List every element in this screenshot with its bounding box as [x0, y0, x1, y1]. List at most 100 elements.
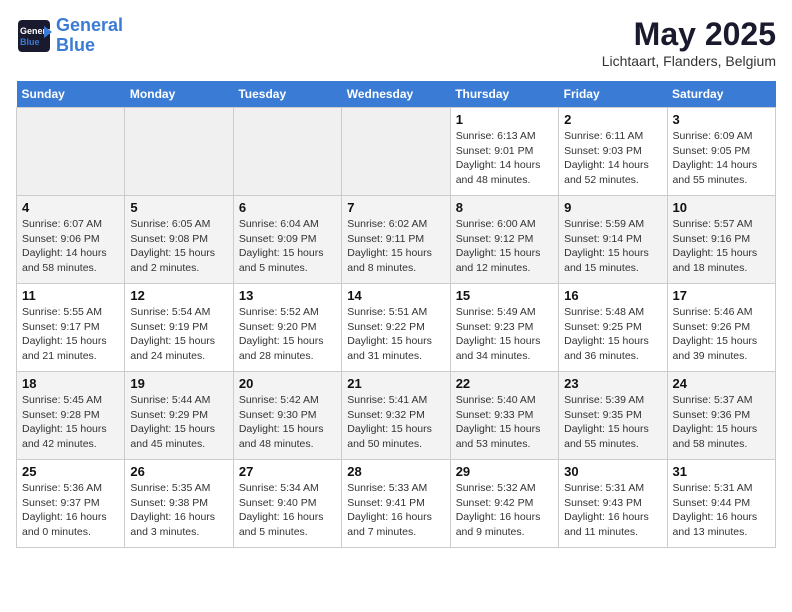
calendar-cell: 13 Sunrise: 5:52 AMSunset: 9:20 PMDayligh…: [233, 284, 341, 372]
calendar-cell: 17Sunrise: 5:46 AMSunset: 9:26 PMDayligh…: [667, 284, 775, 372]
day-info: Sunrise: 6:09 AMSunset: 9:05 PMDaylight:…: [673, 129, 770, 188]
logo: General Blue GeneralBlue: [16, 16, 123, 56]
day-info: Sunrise: 5:46 AMSunset: 9:26 PMDaylight:…: [673, 305, 770, 364]
calendar-cell: 9 Sunrise: 5:59 AMSunset: 9:14 PMDaylight…: [559, 196, 667, 284]
weekday-header-sunday: Sunday: [17, 81, 125, 108]
day-number: 15: [456, 288, 553, 303]
calendar-cell: 6 Sunrise: 6:04 AMSunset: 9:09 PMDaylight…: [233, 196, 341, 284]
svg-text:Blue: Blue: [20, 37, 40, 47]
day-number: 4: [22, 200, 119, 215]
day-info: Sunrise: 5:36 AMSunset: 9:37 PMDaylight:…: [22, 481, 119, 540]
calendar-cell: 12 Sunrise: 5:54 AMSunset: 9:19 PMDayligh…: [125, 284, 233, 372]
calendar-cell: [17, 108, 125, 196]
calendar-cell: 19 Sunrise: 5:44 AMSunset: 9:29 PMDayligh…: [125, 372, 233, 460]
calendar-cell: 20 Sunrise: 5:42 AMSunset: 9:30 PMDayligh…: [233, 372, 341, 460]
day-number: 10: [673, 200, 770, 215]
day-info: Sunrise: 6:13 AMSunset: 9:01 PMDaylight:…: [456, 129, 553, 188]
day-info: Sunrise: 5:31 AMSunset: 9:43 PMDaylight:…: [564, 481, 661, 540]
day-info: Sunrise: 5:33 AMSunset: 9:41 PMDaylight:…: [347, 481, 444, 540]
day-info: Sunrise: 5:37 AMSunset: 9:36 PMDaylight:…: [673, 393, 770, 452]
weekday-header-tuesday: Tuesday: [233, 81, 341, 108]
day-info: Sunrise: 5:41 AMSunset: 9:32 PMDaylight:…: [347, 393, 444, 452]
calendar-cell: 7 Sunrise: 6:02 AMSunset: 9:11 PMDaylight…: [342, 196, 450, 284]
day-number: 27: [239, 464, 336, 479]
calendar-cell: 28 Sunrise: 5:33 AMSunset: 9:41 PMDayligh…: [342, 460, 450, 548]
day-info: Sunrise: 5:42 AMSunset: 9:30 PMDaylight:…: [239, 393, 336, 452]
calendar-cell: 24 Sunrise: 5:37 AMSunset: 9:36 PMDayligh…: [667, 372, 775, 460]
calendar-cell: [342, 108, 450, 196]
day-number: 9: [564, 200, 661, 215]
day-number: 30: [564, 464, 661, 479]
day-info: Sunrise: 5:34 AMSunset: 9:40 PMDaylight:…: [239, 481, 336, 540]
day-number: 11: [22, 288, 119, 303]
day-number: 19: [130, 376, 227, 391]
day-info: Sunrise: 5:45 AMSunset: 9:28 PMDaylight:…: [22, 393, 119, 452]
day-number: 14: [347, 288, 444, 303]
calendar-cell: [125, 108, 233, 196]
title-block: May 2025 Lichtaart, Flanders, Belgium: [602, 16, 776, 69]
day-number: 28: [347, 464, 444, 479]
day-info: Sunrise: 5:48 AMSunset: 9:25 PMDaylight:…: [564, 305, 661, 364]
day-info: Sunrise: 5:52 AMSunset: 9:20 PMDaylight:…: [239, 305, 336, 364]
day-info: Sunrise: 5:40 AMSunset: 9:33 PMDaylight:…: [456, 393, 553, 452]
calendar-cell: 15Sunrise: 5:49 AMSunset: 9:23 PMDayligh…: [450, 284, 558, 372]
day-info: Sunrise: 5:57 AMSunset: 9:16 PMDaylight:…: [673, 217, 770, 276]
day-info: Sunrise: 6:04 AMSunset: 9:09 PMDaylight:…: [239, 217, 336, 276]
day-info: Sunrise: 5:51 AMSunset: 9:22 PMDaylight:…: [347, 305, 444, 364]
calendar-cell: 30 Sunrise: 5:31 AMSunset: 9:43 PMDayligh…: [559, 460, 667, 548]
day-number: 7: [347, 200, 444, 215]
day-number: 8: [456, 200, 553, 215]
day-info: Sunrise: 5:59 AMSunset: 9:14 PMDaylight:…: [564, 217, 661, 276]
day-number: 22: [456, 376, 553, 391]
calendar-cell: 14 Sunrise: 5:51 AMSunset: 9:22 PMDayligh…: [342, 284, 450, 372]
calendar-cell: 18 Sunrise: 5:45 AMSunset: 9:28 PMDayligh…: [17, 372, 125, 460]
calendar-cell: 3 Sunrise: 6:09 AMSunset: 9:05 PMDaylight…: [667, 108, 775, 196]
calendar-week-row: 1 Sunrise: 6:13 AMSunset: 9:01 PMDaylight…: [17, 108, 776, 196]
day-info: Sunrise: 5:44 AMSunset: 9:29 PMDaylight:…: [130, 393, 227, 452]
day-number: 31: [673, 464, 770, 479]
logo-text: GeneralBlue: [56, 16, 123, 56]
day-info: Sunrise: 6:00 AMSunset: 9:12 PMDaylight:…: [456, 217, 553, 276]
calendar-cell: 10 Sunrise: 5:57 AMSunset: 9:16 PMDayligh…: [667, 196, 775, 284]
page-header: General Blue GeneralBlue May 2025 Lichta…: [16, 16, 776, 69]
calendar-cell: 23Sunrise: 5:39 AMSunset: 9:35 PMDayligh…: [559, 372, 667, 460]
day-number: 6: [239, 200, 336, 215]
day-number: 13: [239, 288, 336, 303]
day-info: Sunrise: 5:39 AMSunset: 9:35 PMDaylight:…: [564, 393, 661, 452]
day-number: 3: [673, 112, 770, 127]
weekday-header-row: SundayMondayTuesdayWednesdayThursdayFrid…: [17, 81, 776, 108]
calendar-title: May 2025: [602, 16, 776, 53]
day-info: Sunrise: 6:11 AMSunset: 9:03 PMDaylight:…: [564, 129, 661, 188]
day-info: Sunrise: 6:05 AMSunset: 9:08 PMDaylight:…: [130, 217, 227, 276]
day-number: 21: [347, 376, 444, 391]
day-number: 12: [130, 288, 227, 303]
weekday-header-saturday: Saturday: [667, 81, 775, 108]
calendar-cell: 4 Sunrise: 6:07 AMSunset: 9:06 PMDaylight…: [17, 196, 125, 284]
day-number: 29: [456, 464, 553, 479]
weekday-header-friday: Friday: [559, 81, 667, 108]
day-number: 20: [239, 376, 336, 391]
day-number: 24: [673, 376, 770, 391]
calendar-week-row: 11 Sunrise: 5:55 AMSunset: 9:17 PMDayligh…: [17, 284, 776, 372]
calendar-cell: 11 Sunrise: 5:55 AMSunset: 9:17 PMDayligh…: [17, 284, 125, 372]
day-number: 1: [456, 112, 553, 127]
day-info: Sunrise: 6:07 AMSunset: 9:06 PMDaylight:…: [22, 217, 119, 276]
calendar-cell: 16Sunrise: 5:48 AMSunset: 9:25 PMDayligh…: [559, 284, 667, 372]
calendar-body: 1 Sunrise: 6:13 AMSunset: 9:01 PMDaylight…: [17, 108, 776, 548]
calendar-cell: 2Sunrise: 6:11 AMSunset: 9:03 PMDaylight…: [559, 108, 667, 196]
calendar-cell: 31Sunrise: 5:31 AMSunset: 9:44 PMDayligh…: [667, 460, 775, 548]
calendar-week-row: 25 Sunrise: 5:36 AMSunset: 9:37 PMDayligh…: [17, 460, 776, 548]
calendar-cell: 21 Sunrise: 5:41 AMSunset: 9:32 PMDayligh…: [342, 372, 450, 460]
calendar-cell: 27 Sunrise: 5:34 AMSunset: 9:40 PMDayligh…: [233, 460, 341, 548]
day-number: 25: [22, 464, 119, 479]
day-info: Sunrise: 5:55 AMSunset: 9:17 PMDaylight:…: [22, 305, 119, 364]
weekday-header-thursday: Thursday: [450, 81, 558, 108]
day-number: 18: [22, 376, 119, 391]
day-info: Sunrise: 5:54 AMSunset: 9:19 PMDaylight:…: [130, 305, 227, 364]
calendar-subtitle: Lichtaart, Flanders, Belgium: [602, 53, 776, 69]
calendar-cell: 8 Sunrise: 6:00 AMSunset: 9:12 PMDaylight…: [450, 196, 558, 284]
calendar-cell: [233, 108, 341, 196]
day-info: Sunrise: 6:02 AMSunset: 9:11 PMDaylight:…: [347, 217, 444, 276]
calendar-cell: 25 Sunrise: 5:36 AMSunset: 9:37 PMDayligh…: [17, 460, 125, 548]
calendar-cell: 22 Sunrise: 5:40 AMSunset: 9:33 PMDayligh…: [450, 372, 558, 460]
